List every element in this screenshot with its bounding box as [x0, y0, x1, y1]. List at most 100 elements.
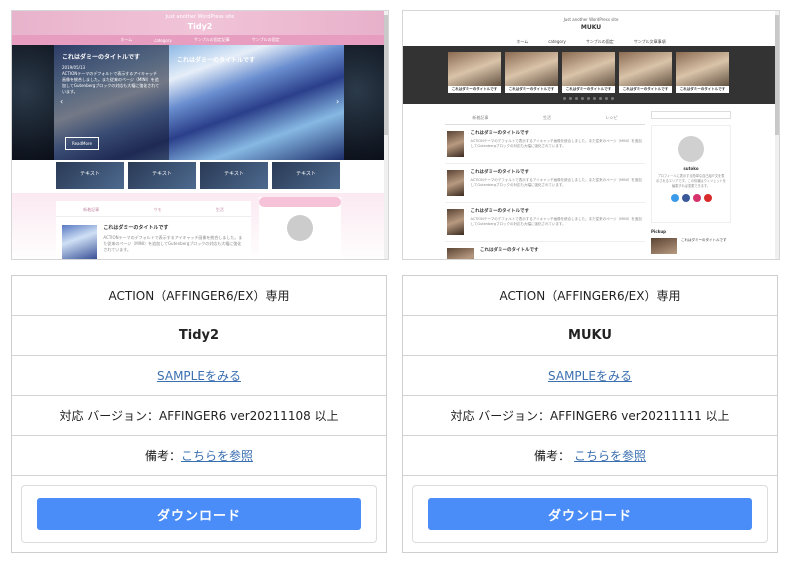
twitter-icon: [670, 194, 679, 202]
preview-thumb: テキスト: [56, 162, 124, 189]
preview-thumb: テキスト: [200, 162, 268, 189]
preview-tab: 新着記事: [472, 115, 489, 120]
preview-slide: これはダミーのタイトルです: [505, 52, 558, 93]
compat-label: ACTION（AFFINGER6/EX）専用: [12, 276, 386, 316]
preview-post-text: ACTIONテーマのデフォルトで表示するアイキャッチ画像を統合しました。また従来…: [103, 235, 243, 252]
avatar: [287, 215, 313, 241]
youtube-icon: [703, 194, 712, 202]
preview-post: これはダミーのタイトルです: [445, 242, 645, 259]
version-info: 対応 バージョン：AFFINGER6 ver20211108 以上: [12, 396, 386, 436]
preview-header: Just another WordPress site MUKU: [403, 11, 779, 31]
preview-hero-side: [344, 45, 386, 160]
preview-pickup: これはダミーのタイトルです: [651, 238, 731, 254]
preview-profile-text: プロフィールに表示する簡単な自己紹介文を表示されるエリアです。この情報はウィジェ…: [656, 174, 726, 188]
preview-pickup-label: Pickup: [651, 229, 667, 234]
note-label: 備考：: [144, 449, 181, 463]
note-link[interactable]: こちらを参照: [574, 447, 646, 464]
preview-nav-item: ホーム: [120, 37, 133, 42]
theme-column-muku: Just another WordPress site MUKU ホーム cat…: [402, 10, 780, 553]
preview-nav-item: ホーム: [516, 39, 529, 44]
preview-post-image: [447, 209, 465, 235]
version-info: 対応 バージョン：AFFINGER6 ver20211111 以上: [403, 396, 777, 436]
compat-label: ACTION（AFFINGER6/EX）専用: [403, 276, 777, 316]
preview-scrollbar: [775, 11, 779, 259]
sample-row: SAMPLEをみる: [12, 356, 386, 396]
preview-social-icons: [652, 194, 730, 202]
preview-post: これはダミーのタイトルです ACTIONテーマのデフォルトで表示するアイキャッチ画…: [445, 164, 645, 203]
theme-column-tidy2: Just another WordPress site Tidy2 ホーム ca…: [11, 10, 389, 553]
preview-main: 新着記事 ウモ 生活 これはダミーのタイトルです ACTIONテーマのデフォルト…: [56, 201, 251, 259]
preview-hero-meta: 2019/05/13: [62, 65, 86, 70]
preview-profile: sutoko プロフィールに表示する簡単な自己紹介文を表示されるエリアです。この…: [651, 125, 731, 223]
download-box: ダウンロード: [21, 485, 377, 543]
preview-hero-text: ACTIONテーマのデフォルトで表示するアイキャッチ画像を統合しました。また従来…: [62, 71, 160, 94]
download-button[interactable]: ダウンロード: [37, 498, 361, 530]
preview-nav-item: サンプルの固定: [251, 37, 280, 42]
theme-name: MUKU: [403, 316, 777, 356]
preview-slide: これはダミーのタイトルです: [448, 52, 501, 93]
preview-thumb: テキスト: [272, 162, 340, 189]
avatar: [678, 136, 704, 162]
preview-slide: これはダミーのタイトルです: [676, 52, 729, 93]
preview-slides: これはダミーのタイトルです これはダミーのタイトルです これはダミーのタイトルで…: [448, 52, 729, 93]
preview-readmore-button: ReadMore: [65, 137, 99, 150]
preview-tagline: Just another WordPress site: [563, 17, 619, 22]
preview-nav-item: サンプルの固定: [585, 39, 614, 44]
note-row: 備考： こちらを参照: [403, 436, 777, 476]
chevron-right-icon: ›: [336, 97, 340, 106]
download-area: ダウンロード: [403, 476, 777, 552]
preview-hero: これはダミーのタイトルです 2019/05/13 ACTIONテーマのデフォルト…: [12, 45, 386, 160]
preview-thumbs: テキスト テキスト テキスト テキスト: [56, 162, 340, 189]
preview-nav-item: category: [154, 37, 172, 43]
preview-tagline: Just another WordPress site: [165, 14, 235, 20]
preview-slide: これはダミーのタイトルです: [562, 52, 615, 93]
preview-slide: これはダミーのタイトルです: [619, 52, 672, 93]
preview-post: これはダミーのタイトルです ACTIONテーマのデフォルトで表示するアイキャッチ画…: [445, 203, 645, 242]
preview-post-image: [447, 248, 474, 259]
preview-post-title: これはダミーのタイトルです: [103, 225, 169, 231]
preview-tabs: 新着記事 生活 レシピ: [445, 115, 645, 125]
preview-post-body: これはダミーのタイトルです ACTIONテーマのデフォルトで表示するアイキャッチ…: [103, 225, 245, 259]
note-link[interactable]: こちらを参照: [181, 447, 253, 464]
preview-pickup-title: これはダミーのタイトルです: [681, 238, 727, 242]
download-button[interactable]: ダウンロード: [428, 498, 752, 530]
download-area: ダウンロード: [12, 476, 386, 552]
preview-search: [651, 111, 731, 119]
preview-tab: 新着記事: [83, 207, 100, 212]
preview-post: これはダミーのタイトルです ACTIONテーマのデフォルトで表示するアイキャッチ画…: [445, 125, 645, 164]
instagram-icon: [692, 194, 701, 202]
preview-tab: レシピ: [605, 115, 618, 120]
preview-tab: 生活: [215, 207, 224, 212]
preview-hero-title-2: これはダミーのタイトルです: [177, 57, 256, 64]
preview-pickup-image: [651, 238, 677, 254]
chevron-left-icon: ‹: [60, 97, 64, 106]
preview-header: Just another WordPress site Tidy2: [12, 11, 388, 35]
sample-link[interactable]: SAMPLEをみる: [548, 367, 632, 384]
preview-main: 新着記事 生活 レシピ これはダミーのタイトルです ACTIONテーマのデフォルト…: [445, 115, 645, 259]
theme-info-card-muku: ACTION（AFFINGER6/EX）専用 MUKU SAMPLEをみる 対応…: [402, 275, 778, 553]
preview-scrollbar: [384, 11, 388, 259]
theme-preview-tidy2[interactable]: Just another WordPress site Tidy2 ホーム ca…: [11, 10, 389, 260]
preview-hero-side: [12, 45, 54, 160]
preview-nav-item: サンプル文章事項: [633, 39, 666, 44]
preview-tabs: 新着記事 ウモ 生活: [56, 201, 251, 217]
preview-thumb: テキスト: [128, 162, 196, 189]
preview-post-image: [62, 225, 98, 259]
theme-name: Tidy2: [12, 316, 386, 356]
preview-site-name: Tidy2: [187, 22, 213, 31]
theme-preview-muku[interactable]: Just another WordPress site MUKU ホーム cat…: [402, 10, 780, 260]
theme-info-card-tidy2: ACTION（AFFINGER6/EX）専用 Tidy2 SAMPLEをみる 対…: [11, 275, 387, 553]
preview-post: これはダミーのタイトルです ACTIONテーマのデフォルトで表示するアイキャッチ…: [56, 217, 251, 259]
preview-slider: これはダミーのタイトルです これはダミーのタイトルです これはダミーのタイトルで…: [403, 46, 777, 104]
sample-link[interactable]: SAMPLEをみる: [157, 367, 241, 384]
preview-search: [259, 197, 341, 207]
facebook-icon: [681, 194, 690, 202]
theme-download-page: Just another WordPress site Tidy2 ホーム ca…: [0, 0, 793, 578]
download-box: ダウンロード: [412, 485, 768, 543]
preview-hero-title: これはダミーのタイトルです: [62, 54, 141, 61]
note-row: 備考： こちらを参照: [12, 436, 386, 476]
preview-sidebar: [259, 197, 341, 259]
preview-tab: ウモ: [153, 207, 162, 212]
preview-sidebar: sutoko プロフィールに表示する簡単な自己紹介文を表示されるエリアです。この…: [651, 111, 731, 254]
preview-slider-dots: [563, 97, 614, 100]
